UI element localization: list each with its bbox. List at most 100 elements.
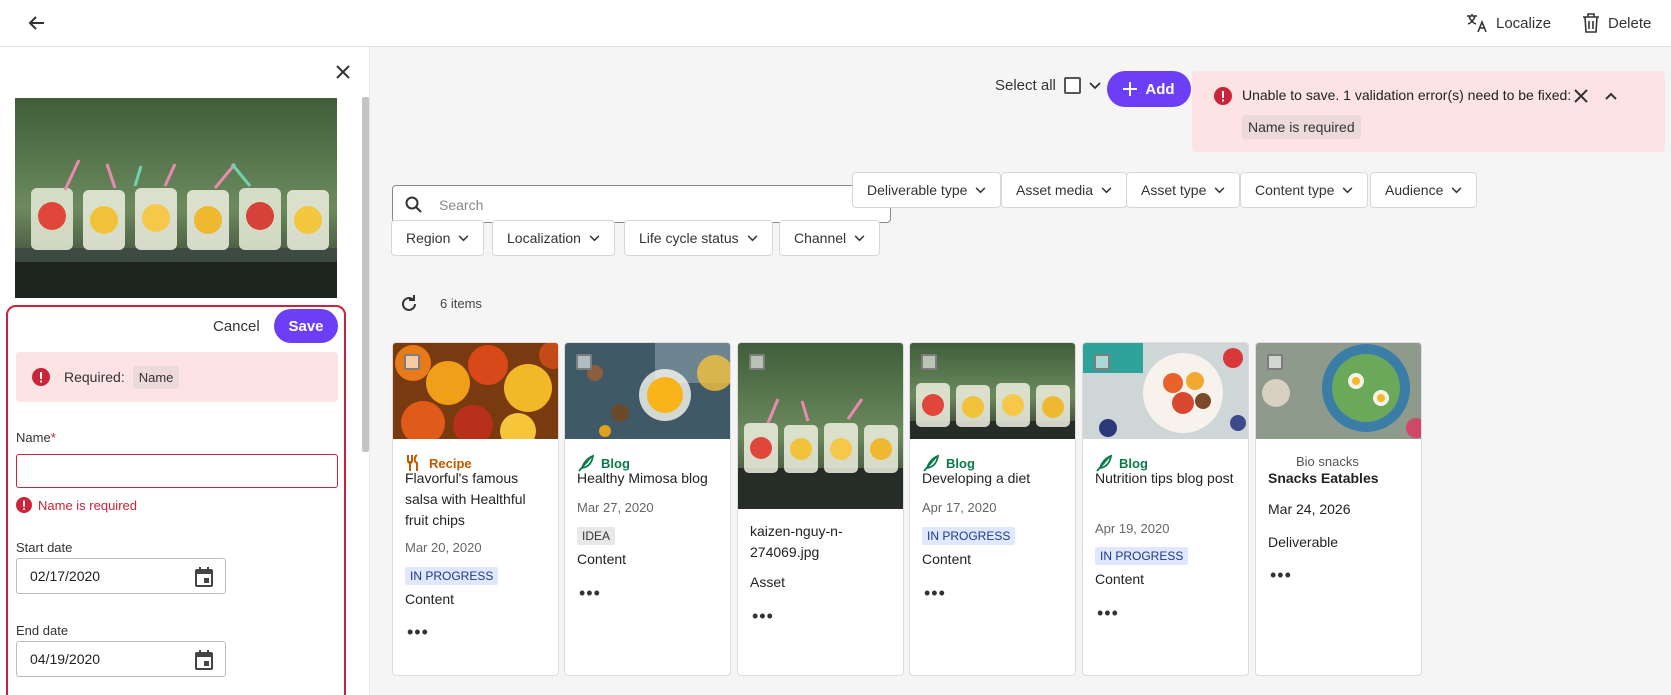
select-all-control[interactable]: Select all	[995, 77, 1101, 94]
calendar-icon[interactable]	[193, 566, 215, 588]
name-label: Name*	[16, 430, 56, 445]
card-blog-mimosa[interactable]: Blog Healthy Mimosa blog Mar 27, 2020 ID…	[564, 342, 731, 676]
card-checkbox[interactable]	[1267, 354, 1283, 370]
card-checkbox[interactable]	[404, 354, 420, 370]
card-checkbox[interactable]	[921, 354, 937, 370]
filter-asset-media[interactable]: Asset media	[1001, 172, 1128, 208]
filter-label: Deliverable type	[867, 182, 968, 198]
chevron-down-icon[interactable]	[1089, 81, 1101, 90]
select-all-label: Select all	[995, 77, 1056, 94]
card-title[interactable]: Healthy Mimosa blog	[577, 468, 722, 489]
more-options-icon[interactable]: •••	[407, 623, 429, 641]
details-panel: Cancel Save Required: Name Name* Name is…	[0, 47, 370, 695]
filter-channel[interactable]: Channel	[779, 220, 881, 256]
card-tag-label: Bio snacks	[1296, 454, 1359, 469]
filter-region[interactable]: Region	[391, 220, 485, 256]
chevron-down-icon	[589, 234, 600, 241]
back-button[interactable]	[22, 8, 52, 38]
card-title[interactable]: Snacks Eatables	[1268, 468, 1413, 489]
top-bar: Localize Delete	[0, 0, 1671, 47]
search-box[interactable]: Search	[392, 185, 891, 223]
filter-audience[interactable]: Audience	[1370, 172, 1478, 208]
chevron-up-icon[interactable]	[1600, 85, 1622, 107]
card-kind: Asset	[750, 574, 786, 590]
card-checkbox[interactable]	[749, 354, 765, 370]
filter-label: Life cycle status	[639, 230, 739, 246]
chevron-down-icon	[854, 234, 865, 241]
end-date-field[interactable]: 04/19/2020	[16, 641, 226, 677]
card-kind: Content	[577, 551, 627, 567]
validation-toast: Unable to save. 1 validation error(s) ne…	[1192, 71, 1665, 152]
card-date: Mar 27, 2020	[577, 500, 654, 515]
card-type-tag: Bio snacks	[1296, 454, 1359, 469]
required-asterisk: *	[50, 430, 56, 445]
required-label: Required:	[64, 369, 125, 385]
card-title[interactable]: Developing a diet	[922, 468, 1067, 489]
filter-life-cycle-status[interactable]: Life cycle status	[624, 220, 773, 256]
card-recipe-salsa[interactable]: Recipe Flavorful's famous salsa with Hea…	[392, 342, 559, 676]
card-date: Apr 17, 2020	[922, 500, 997, 515]
add-button[interactable]: Add	[1107, 71, 1191, 107]
delete-button[interactable]: Delete	[1582, 10, 1651, 36]
required-field-chip: Name	[132, 365, 180, 389]
card-blog-nutrition[interactable]: Blog Nutrition tips blog post Apr 19, 20…	[1082, 342, 1249, 676]
close-panel-button[interactable]	[330, 59, 356, 85]
panel-scrollbar[interactable]	[362, 97, 369, 452]
localize-button[interactable]: Localize	[1466, 10, 1551, 36]
card-asset-image[interactable]: kaizen-nguy-n-274069.jpg Asset •••	[737, 342, 904, 676]
filter-label: Content type	[1255, 182, 1335, 198]
cancel-button[interactable]: Cancel	[213, 318, 260, 335]
end-date-label: End date	[16, 623, 69, 638]
chevron-down-icon	[458, 234, 469, 241]
start-date-label: Start date	[16, 540, 73, 555]
filter-asset-type[interactable]: Asset type	[1126, 172, 1241, 208]
name-error: Name is required	[16, 497, 137, 513]
card-deliverable-snacks[interactable]: Bio snacks Snacks Eatables Mar 24, 2026 …	[1255, 342, 1422, 676]
add-label: Add	[1145, 80, 1175, 98]
status-badge: IN PROGRESS	[1095, 547, 1189, 565]
status-badge: IN PROGRESS	[405, 567, 499, 585]
more-options-icon[interactable]: •••	[924, 584, 946, 602]
more-options-icon[interactable]: •••	[752, 607, 774, 625]
more-options-icon[interactable]: •••	[1270, 566, 1292, 584]
error-icon	[1214, 87, 1232, 105]
card-title[interactable]: kaizen-nguy-n-274069.jpg	[750, 521, 895, 563]
filter-localization[interactable]: Localization	[492, 220, 615, 256]
name-label-text: Name	[16, 430, 51, 445]
card-date: Mar 24, 2026	[1268, 501, 1351, 517]
refresh-icon[interactable]	[397, 292, 421, 316]
save-button[interactable]: Save	[274, 309, 338, 343]
filter-label: Audience	[1385, 182, 1444, 198]
close-icon[interactable]	[1570, 85, 1592, 107]
name-error-text: Name is required	[38, 497, 137, 513]
calendar-icon[interactable]	[193, 649, 215, 671]
status-badge: IN PROGRESS	[922, 527, 1016, 545]
delete-label: Delete	[1608, 14, 1652, 32]
error-icon	[32, 368, 50, 386]
card-title[interactable]: Flavorful's famous salsa with Healthful …	[405, 468, 550, 531]
name-field[interactable]	[16, 454, 338, 488]
filter-label: Asset media	[1016, 182, 1094, 198]
localize-label: Localize	[1496, 14, 1552, 32]
card-title[interactable]: Nutrition tips blog post	[1095, 468, 1240, 489]
plus-icon	[1123, 82, 1138, 96]
card-blog-diet[interactable]: Blog Developing a diet Apr 17, 2020 IN P…	[909, 342, 1076, 676]
filter-content-type[interactable]: Content type	[1240, 172, 1369, 208]
search-input[interactable]: Search	[439, 197, 483, 213]
filter-deliverable-type[interactable]: Deliverable type	[852, 172, 1002, 208]
filter-label: Channel	[794, 230, 847, 246]
arrow-left-icon	[28, 16, 44, 30]
more-options-icon[interactable]: •••	[1097, 604, 1119, 622]
card-checkbox[interactable]	[1094, 354, 1110, 370]
select-all-checkbox[interactable]	[1063, 77, 1081, 94]
card-kind: Content	[922, 551, 972, 567]
chevron-down-icon	[1101, 186, 1112, 193]
asset-form: Cancel Save Required: Name Name* Name is…	[6, 305, 346, 695]
end-date-value: 04/19/2020	[30, 651, 101, 667]
more-options-icon[interactable]: •••	[579, 584, 601, 602]
close-icon	[336, 65, 350, 79]
toast-error-chip: Name is required	[1242, 115, 1361, 139]
card-checkbox[interactable]	[576, 354, 592, 370]
start-date-field[interactable]: 02/17/2020	[16, 558, 226, 594]
required-banner: Required: Name	[16, 352, 338, 402]
